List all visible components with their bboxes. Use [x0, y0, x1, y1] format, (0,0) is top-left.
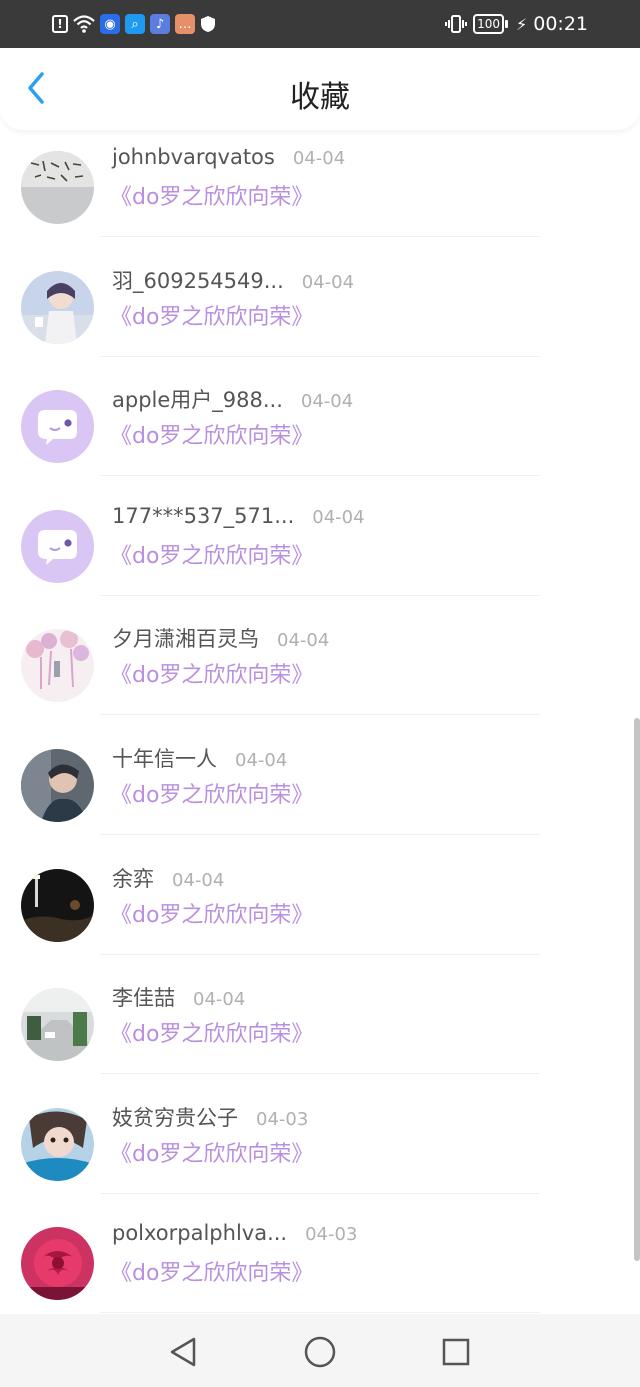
- user-name[interactable]: 177***537_571...: [112, 504, 294, 528]
- name-row: johnbvarqvatos 04-04: [112, 145, 345, 169]
- row-divider: [100, 714, 540, 716]
- item-title-link[interactable]: 《do罗之欣欣向荣》: [110, 179, 313, 211]
- item-title-link[interactable]: 《do罗之欣欣向荣》: [110, 1136, 313, 1168]
- list-item[interactable]: 李佳喆 04-04 《do罗之欣欣向荣》: [0, 964, 640, 1083]
- status-icons-left: ! ◉ ⌕ ♪ …: [52, 13, 216, 35]
- item-date: 04-03: [305, 1224, 358, 1246]
- user-name[interactable]: 十年信一人: [112, 743, 217, 773]
- alert-icon: !: [52, 15, 68, 33]
- avatar[interactable]: [21, 749, 94, 822]
- user-name[interactable]: apple用户_988...: [112, 384, 283, 414]
- message-app-icon: …: [175, 14, 195, 34]
- list-item[interactable]: 妓贫穷贵公子 04-03 《do罗之欣欣向荣》: [0, 1084, 640, 1203]
- user-name[interactable]: 余弈: [112, 863, 154, 893]
- name-row: apple用户_988... 04-04: [112, 384, 353, 414]
- list-item[interactable]: apple用户_988... 04-04 《do罗之欣欣向荣》: [0, 366, 640, 485]
- name-row: 余弈 04-04: [112, 863, 224, 893]
- item-title-link[interactable]: 《do罗之欣欣向荣》: [110, 1255, 313, 1287]
- recents-square-icon: [442, 1338, 470, 1366]
- name-row: 李佳喆 04-04: [112, 982, 245, 1012]
- item-title-link[interactable]: 《do罗之欣欣向荣》: [110, 777, 313, 809]
- avatar[interactable]: [21, 151, 94, 224]
- item-title-link[interactable]: 《do罗之欣欣向荣》: [110, 418, 313, 450]
- avatar[interactable]: [21, 868, 94, 942]
- list-item[interactable]: 177***537_571... 04-04 《do罗之欣欣向荣》: [0, 486, 640, 605]
- name-row: 妓贫穷贵公子 04-03: [112, 1102, 308, 1132]
- shield-icon: [201, 16, 215, 32]
- name-row: 夕月潇湘百灵鸟 04-04: [112, 623, 329, 653]
- favorites-list[interactable]: johnbvarqvatos 04-04 《do罗之欣欣向荣》 羽_609254549…: [0, 130, 640, 1314]
- item-date: 04-04: [277, 630, 330, 652]
- status-icons-right: 100 ⚡ 00:21: [445, 10, 588, 38]
- avatar[interactable]: [21, 509, 94, 583]
- battery-icon: 100: [473, 14, 508, 34]
- row-divider: [100, 1073, 540, 1075]
- list-item[interactable]: 余弈 04-04 《do罗之欣欣向荣》: [0, 845, 640, 964]
- item-title-link[interactable]: 《do罗之欣欣向荣》: [110, 1016, 313, 1048]
- item-date: 04-04: [172, 869, 225, 891]
- row-divider: [100, 355, 540, 357]
- user-name[interactable]: johnbvarqvatos: [112, 145, 275, 169]
- row-divider: [100, 236, 540, 237]
- avatar[interactable]: [21, 1227, 94, 1301]
- nav-home-button[interactable]: [302, 1334, 338, 1370]
- item-date: 04-04: [193, 989, 246, 1011]
- item-date: 04-04: [300, 391, 354, 413]
- user-name[interactable]: 夕月潇湘百灵鸟: [112, 623, 259, 653]
- avatar[interactable]: [21, 988, 94, 1062]
- home-circle-icon: [304, 1336, 336, 1368]
- status-bar: ! ◉ ⌕ ♪ … 100 ⚡ 00:21: [0, 0, 640, 48]
- nav-back-button[interactable]: [165, 1334, 201, 1370]
- list-item[interactable]: 十年信一人 04-04 《do罗之欣欣向荣》: [0, 725, 640, 844]
- music-app-icon: ♪: [150, 14, 170, 34]
- vibrate-icon: [445, 15, 468, 33]
- item-title-link[interactable]: 《do罗之欣欣向荣》: [110, 897, 313, 929]
- navigation-bar: [0, 1314, 640, 1387]
- item-date: 04-03: [256, 1108, 309, 1130]
- name-row: 177***537_571... 04-04: [112, 504, 365, 528]
- list-item[interactable]: 夕月潇湘百灵鸟 04-04 《do罗之欣欣向荣》: [0, 605, 640, 724]
- scrollbar[interactable]: [634, 718, 640, 1261]
- avatar[interactable]: [21, 1107, 94, 1181]
- item-date: 04-04: [235, 750, 288, 771]
- list-item[interactable]: polxorpalphlva... 04-03 《do罗之欣欣向荣》: [0, 1203, 640, 1314]
- wifi-icon: [73, 15, 95, 33]
- avatar[interactable]: [21, 270, 94, 344]
- row-divider: [100, 834, 540, 835]
- row-divider: [100, 1192, 540, 1194]
- name-row: 羽_609254549... 04-04: [112, 265, 354, 295]
- battery-level: 100: [477, 17, 500, 31]
- avatar[interactable]: [21, 629, 94, 703]
- header: 收藏: [0, 48, 640, 130]
- item-title-link[interactable]: 《do罗之欣欣向荣》: [110, 657, 313, 689]
- user-name[interactable]: 妓贫穷贵公子: [112, 1102, 238, 1132]
- app-icon: ◉: [100, 14, 120, 34]
- item-title-link[interactable]: 《do罗之欣欣向荣》: [110, 299, 313, 331]
- back-triangle-icon: [170, 1337, 196, 1367]
- item-title-link[interactable]: 《do罗之欣欣向荣》: [110, 538, 313, 570]
- row-divider: [100, 475, 540, 477]
- page-title: 收藏: [290, 80, 350, 115]
- item-date: 04-04: [292, 148, 346, 169]
- row-divider: [100, 953, 540, 955]
- item-date: 04-04: [301, 271, 355, 293]
- name-row: 十年信一人 04-04: [112, 743, 287, 773]
- row-divider: [100, 594, 540, 596]
- nav-recents-button[interactable]: [438, 1334, 474, 1370]
- user-name[interactable]: polxorpalphlva...: [112, 1221, 287, 1245]
- search-app-icon: ⌕: [125, 14, 145, 34]
- user-name[interactable]: 羽_609254549...: [112, 265, 284, 295]
- avatar[interactable]: [21, 390, 94, 464]
- list-item[interactable]: 羽_609254549... 04-04 《do罗之欣欣向荣》: [0, 247, 640, 366]
- name-row: polxorpalphlva... 04-03: [112, 1221, 357, 1245]
- charging-icon: ⚡: [516, 14, 528, 34]
- item-date: 04-04: [312, 506, 365, 528]
- list-item[interactable]: johnbvarqvatos 04-04 《do罗之欣欣向荣》: [0, 130, 640, 246]
- user-name[interactable]: 李佳喆: [112, 982, 175, 1012]
- status-time: 00:21: [533, 13, 588, 35]
